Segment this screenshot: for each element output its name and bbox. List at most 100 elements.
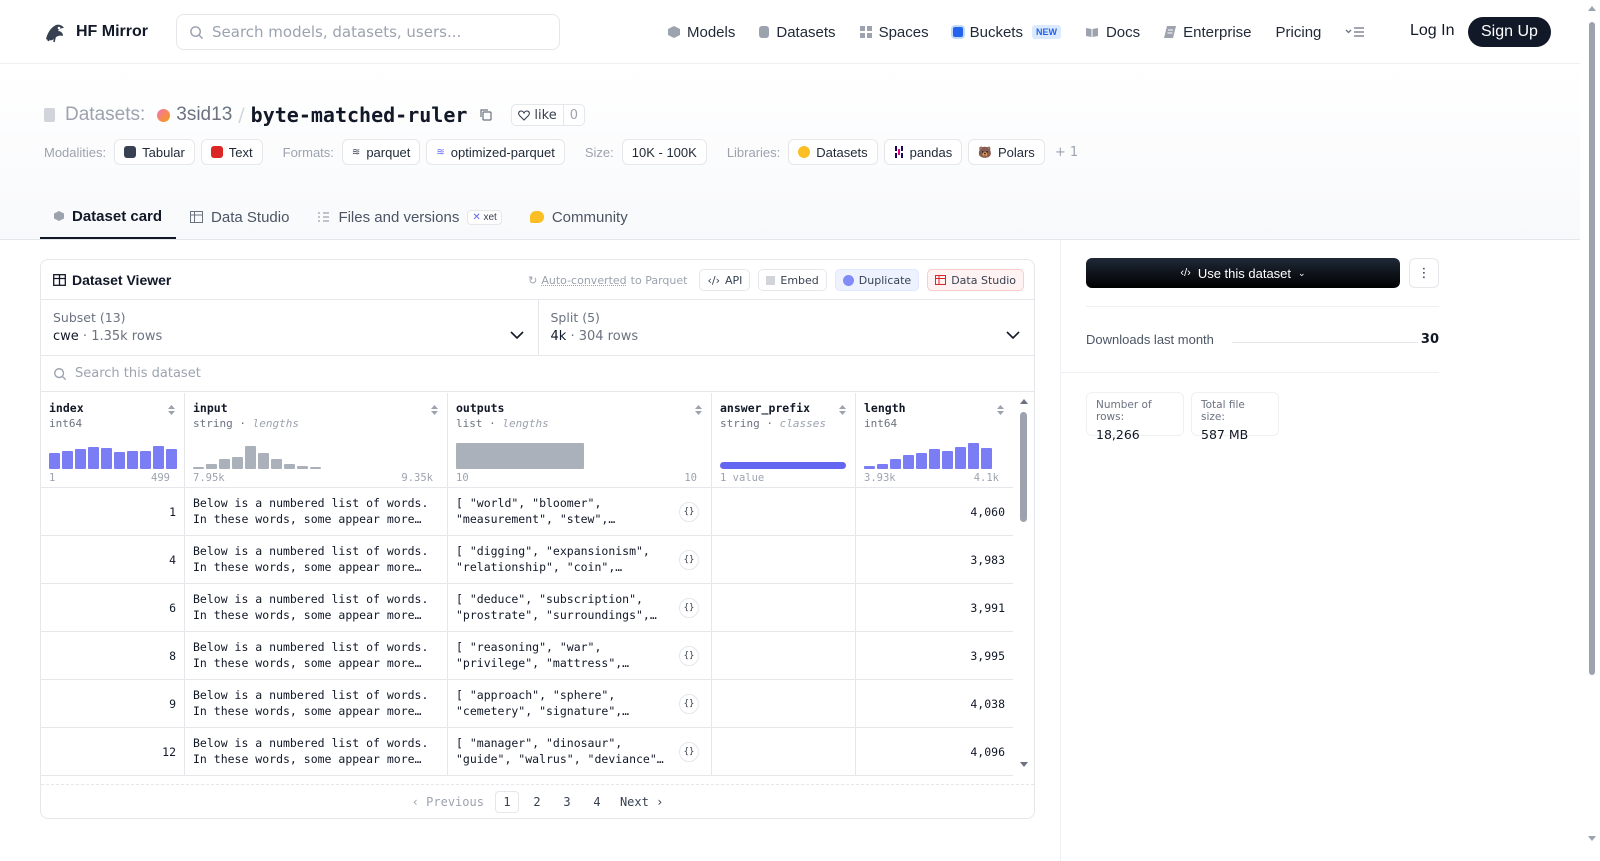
nav-spaces[interactable]: Spaces	[859, 24, 929, 41]
more-menu-button[interactable]	[1345, 26, 1365, 38]
histogram-bar[interactable]	[140, 451, 151, 469]
tag-text[interactable]: Text	[200, 139, 263, 165]
cell-outputs[interactable]: [ "world", "bloomer", "measurement", "ste…	[448, 488, 712, 535]
signup-button[interactable]: Sign Up	[1468, 17, 1551, 47]
class-bar[interactable]	[720, 462, 846, 469]
histogram-bar[interactable]	[271, 459, 282, 469]
previous-page-button[interactable]: ‹ Previous	[407, 791, 489, 813]
page-1-button[interactable]: 1	[494, 790, 519, 813]
tag-pandas[interactable]: pandas	[883, 139, 963, 165]
tag-parquet[interactable]: ≋ parquet	[341, 139, 421, 165]
tag-tabular[interactable]: Tabular	[114, 139, 195, 165]
tag-optimized-parquet[interactable]: ≋ optimized-parquet	[426, 139, 565, 165]
nav-docs[interactable]: Docs	[1085, 24, 1140, 41]
cell-index[interactable]: 8	[41, 632, 185, 679]
histogram-bar[interactable]	[219, 459, 230, 469]
embed-button[interactable]: Embed	[758, 269, 827, 291]
cell-index[interactable]: 1	[41, 488, 185, 535]
cell-answer-prefix[interactable]	[712, 584, 856, 631]
cell-answer-prefix[interactable]	[712, 488, 856, 535]
viewer-search-input[interactable]	[75, 366, 475, 381]
json-view-button[interactable]: {}	[679, 550, 699, 570]
cell-length[interactable]: 3,983	[856, 536, 1013, 583]
histogram-bar[interactable]	[864, 466, 875, 469]
cell-input[interactable]: Below is a numbered list of words. In the…	[185, 584, 448, 631]
cell-input[interactable]: Below is a numbered list of words. In the…	[185, 488, 448, 535]
tab-files-and-versions[interactable]: Files and versions ✕ xet	[303, 195, 515, 239]
histogram-bar[interactable]	[258, 453, 269, 469]
histogram-bar[interactable]	[955, 447, 966, 469]
scroll-up-icon[interactable]	[1019, 397, 1029, 405]
table-row[interactable]: 9 Below is a numbered list of words. In th…	[41, 680, 1013, 728]
histogram-bar[interactable]	[245, 446, 256, 469]
histogram-bar[interactable]	[49, 453, 60, 469]
histogram-bar[interactable]	[916, 453, 927, 469]
sort-icon[interactable]	[167, 403, 176, 417]
histogram-bar[interactable]	[206, 464, 217, 469]
global-search-input[interactable]	[212, 23, 542, 41]
cell-length[interactable]: 3,991	[856, 584, 1013, 631]
split-select[interactable]: Split (5) 4k · 304 rows	[537, 300, 1035, 355]
cell-outputs[interactable]: [ "reasoning", "war", "privilege", "mattr…	[448, 632, 712, 679]
login-link[interactable]: Log In	[1410, 22, 1454, 40]
sort-icon[interactable]	[838, 403, 847, 417]
page-2-button[interactable]: 2	[525, 791, 549, 813]
nav-models[interactable]: Models	[668, 24, 735, 41]
cell-answer-prefix[interactable]	[712, 632, 856, 679]
cell-index[interactable]: 12	[41, 728, 185, 775]
histogram-bar[interactable]	[75, 449, 86, 469]
cell-input[interactable]: Below is a numbered list of words. In the…	[185, 536, 448, 583]
dataset-owner-link[interactable]: 3sid13	[176, 104, 232, 126]
brand-logo[interactable]: HF Mirror	[42, 19, 148, 45]
tag-polars[interactable]: 🐻 Polars	[968, 139, 1045, 165]
cell-input[interactable]: Below is a numbered list of words. In the…	[185, 632, 448, 679]
table-scroll-thumb[interactable]	[1020, 412, 1027, 522]
table-row[interactable]: 8 Below is a numbered list of words. In th…	[41, 632, 1013, 680]
sort-icon[interactable]	[996, 403, 1005, 417]
nav-pricing[interactable]: Pricing	[1276, 24, 1322, 41]
column-header-length[interactable]: length int64 3.93k 4.1k	[856, 393, 1013, 487]
json-view-button[interactable]: {}	[679, 646, 699, 666]
cell-outputs[interactable]: [ "approach", "sphere", "cemetery", "sign…	[448, 680, 712, 727]
next-page-button[interactable]: Next ›	[615, 791, 668, 813]
histogram-bar[interactable]	[153, 446, 164, 469]
histogram-bar[interactable]	[929, 449, 940, 469]
table-row[interactable]: 6 Below is a numbered list of words. In th…	[41, 584, 1013, 632]
cell-input[interactable]: Below is a numbered list of words. In the…	[185, 680, 448, 727]
cell-input[interactable]: Below is a numbered list of words. In the…	[185, 728, 448, 775]
histogram-bar[interactable]	[456, 443, 584, 469]
cell-answer-prefix[interactable]	[712, 728, 856, 775]
page-3-button[interactable]: 3	[555, 791, 579, 813]
data-studio-button[interactable]: Data Studio	[927, 269, 1024, 291]
cell-answer-prefix[interactable]	[712, 680, 856, 727]
histogram-bar[interactable]	[88, 447, 99, 469]
more-libraries[interactable]: + 1	[1055, 145, 1078, 160]
scroll-down-icon[interactable]	[1019, 761, 1029, 769]
cell-index[interactable]: 6	[41, 584, 185, 631]
cell-index[interactable]: 9	[41, 680, 185, 727]
tab-dataset-card[interactable]: Dataset card	[40, 195, 177, 239]
like-button[interactable]: like 0	[511, 104, 585, 126]
histogram-bar[interactable]	[127, 451, 138, 469]
tab-community[interactable]: Community	[516, 195, 642, 239]
json-view-button[interactable]: {}	[679, 694, 699, 714]
json-view-button[interactable]: {}	[679, 502, 699, 522]
sort-icon[interactable]	[694, 403, 703, 417]
copy-icon[interactable]	[479, 108, 493, 122]
histogram-bar[interactable]	[193, 467, 204, 469]
more-options-button[interactable]: ⋮	[1409, 258, 1439, 288]
tag-size[interactable]: 10K - 100K	[621, 139, 707, 165]
scroll-down-icon[interactable]	[1587, 835, 1597, 843]
histogram-bar[interactable]	[877, 464, 888, 469]
nav-datasets[interactable]: Datasets	[759, 24, 836, 41]
column-header-index[interactable]: index int64 1 499	[41, 393, 185, 487]
histogram-bar[interactable]	[981, 448, 992, 469]
histogram-bar[interactable]	[232, 457, 243, 469]
table-row[interactable]: 1 Below is a numbered list of words. In th…	[41, 488, 1013, 536]
dataset-name[interactable]: byte-matched-ruler	[251, 103, 468, 127]
global-search-box[interactable]	[176, 14, 560, 50]
column-header-answer-prefix[interactable]: answer_prefix string · classes 1 value	[712, 393, 856, 487]
table-row[interactable]: 12 Below is a numbered list of words. In t…	[41, 728, 1013, 776]
histogram-bar[interactable]	[114, 452, 125, 469]
cell-index[interactable]: 4	[41, 536, 185, 583]
